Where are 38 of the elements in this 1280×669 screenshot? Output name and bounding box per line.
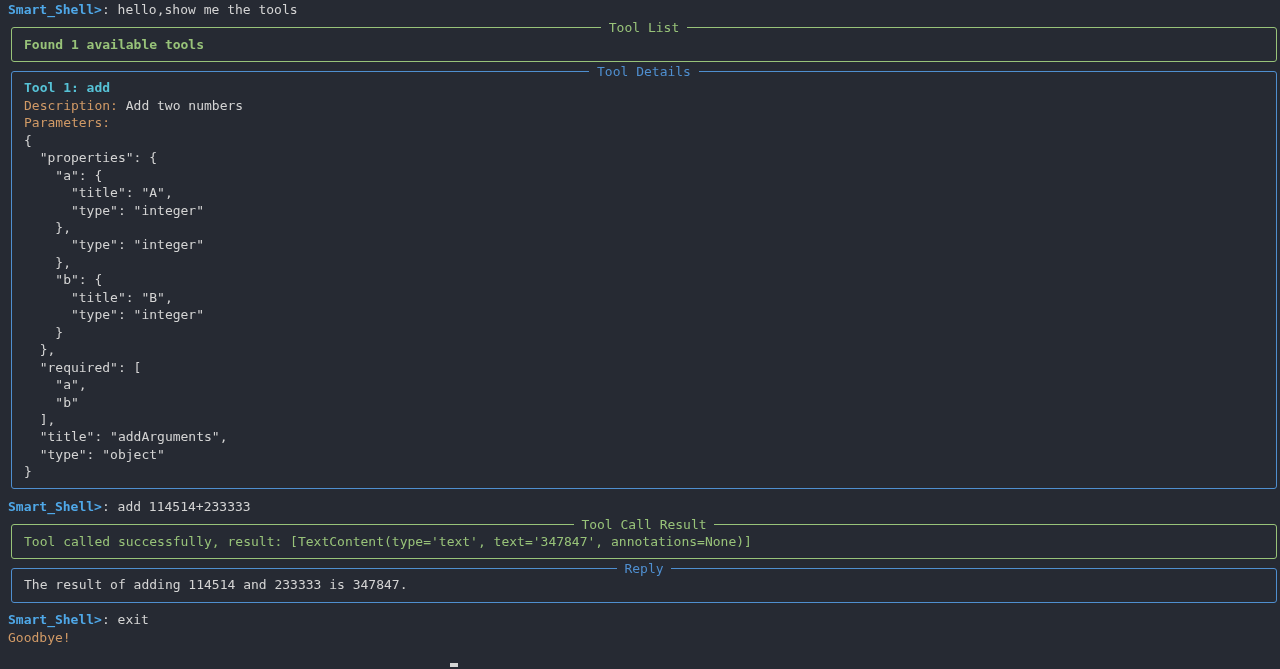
output-line: The result of adding 114514 and 233333 is 347847.: [24, 576, 409, 594]
output-line: Tool called successfully, result: [TextContent(type='text', text='347847', annotations=None)]: [24, 532, 753, 551]
prompt-label: Smart_Shell>: [8, 611, 102, 629]
output-line: },: [54, 218, 72, 237]
output-line: },: [54, 253, 72, 272]
output-line: "title": "addArguments",: [38, 428, 229, 446]
tool-heading: Tool 1: add: [24, 79, 112, 97]
output-line: "properties": {: [38, 149, 159, 167]
output-line: "title": "B",: [69, 288, 174, 307]
output-line: ],: [38, 410, 57, 429]
output-line: "type": "integer": [69, 306, 205, 324]
field-label: Description:: [24, 96, 118, 115]
output-line: "type": "integer": [69, 201, 205, 219]
prompt-separator: :: [101, 1, 110, 17]
command-text: hello,show me the tools: [117, 1, 298, 19]
output-line: }: [54, 323, 65, 342]
prompt-label: Smart_Shell>: [8, 498, 102, 516]
command-text: exit: [117, 611, 149, 629]
output-line: "type": "object": [38, 445, 166, 464]
output-line: }: [24, 463, 33, 481]
goodbye-message: Goodbye!: [8, 628, 71, 647]
output-line: "title": "A",: [69, 184, 174, 202]
output-line: "b": {: [54, 271, 104, 289]
command-text: add 114514+233333: [117, 498, 251, 516]
output-line: "a",: [54, 376, 88, 394]
field-value: Add two numbers: [125, 96, 244, 115]
field-label: Parameters:: [24, 114, 111, 132]
prompt-separator: :: [101, 498, 110, 516]
cursor: [450, 663, 458, 667]
output-line: "required": [: [38, 358, 143, 377]
prompt-label: Smart_Shell>: [8, 1, 102, 19]
output-line: Found 1 available tools: [24, 35, 205, 54]
output-line: "type": "integer": [69, 236, 205, 254]
prompt-separator: :: [101, 611, 110, 629]
output-line: {: [24, 131, 33, 150]
output-line: },: [38, 341, 57, 359]
output-line: "a": {: [54, 166, 104, 185]
output-line: "b": [54, 393, 80, 411]
